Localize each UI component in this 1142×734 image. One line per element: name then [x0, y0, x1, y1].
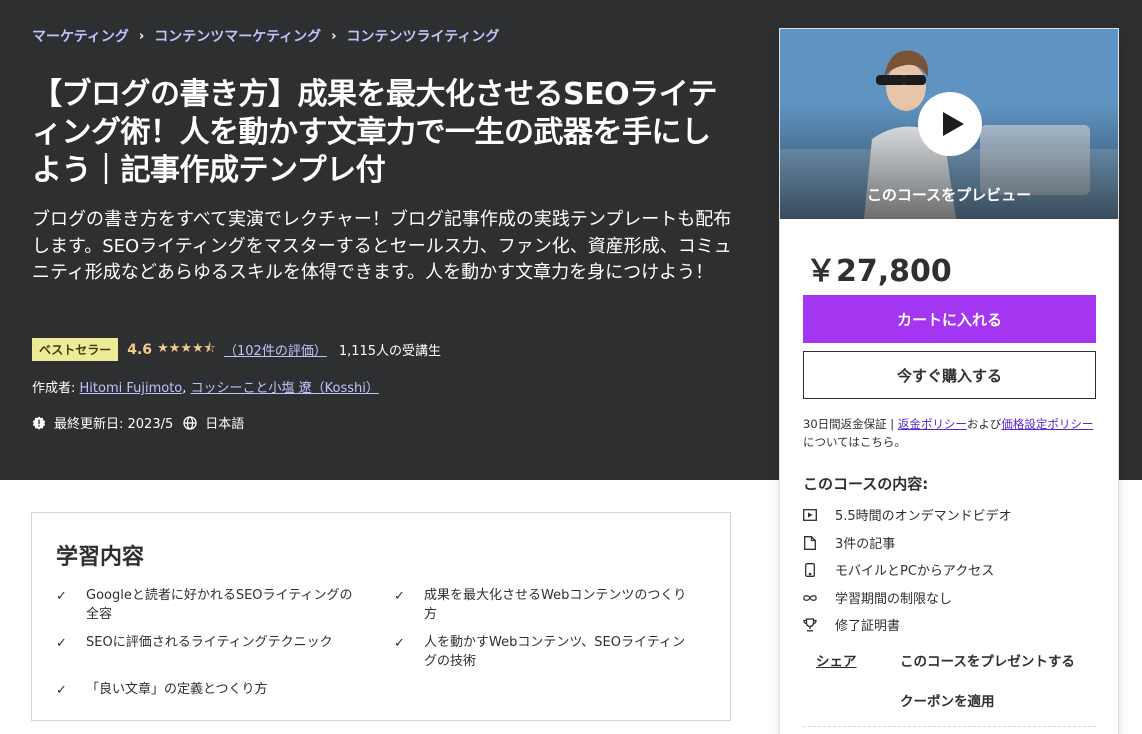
learn-item: ✓ SEOに評価されるライティングテクニック [56, 633, 356, 653]
check-icon: ✓ [394, 589, 405, 604]
preview-label: このコースをプレビュー [866, 186, 1032, 204]
check-icon: ✓ [56, 636, 67, 651]
guarantee-and: および [966, 417, 1002, 431]
check-icon: ✓ [394, 636, 405, 651]
buy-now-button[interactable]: 今すぐ購入する [803, 351, 1096, 399]
chevron-right-icon: › [331, 28, 337, 44]
include-item: 5.5時間のオンデマンドビデオ [803, 505, 1012, 524]
learn-item: ✓ 成果を最大化させるWebコンテンツのつくり方 [394, 586, 694, 624]
file-icon [803, 535, 817, 550]
include-item: 修了証明書 [803, 615, 900, 634]
course-language: 日本語 [205, 417, 245, 432]
include-item: 学習期間の制限なし [803, 588, 952, 607]
check-icon: ✓ [56, 683, 67, 698]
course-title: 【ブログの書き方】成果を最大化させるSEOライティング術！人を動かす文章力で一生… [32, 77, 718, 188]
bestseller-badge: ベストセラー [32, 338, 119, 361]
trophy-icon [803, 617, 817, 632]
play-icon[interactable] [918, 92, 982, 156]
last-updated: 最終更新日: 2023/5 [54, 417, 174, 432]
chevron-right-icon: › [138, 28, 145, 44]
breadcrumb-item-content-writing[interactable]: コンテンツライティング [347, 26, 500, 46]
purchase-card: このコースをプレビュー ￥27,800 カートに入れる 今すぐ購入する 30日間… [779, 28, 1119, 734]
learn-item-text: 人を動かすWebコンテンツ、SEOライティングの技術 [424, 635, 685, 669]
divider [803, 726, 1096, 727]
pricing-policy-link[interactable]: 価格設定ポリシー [1001, 417, 1093, 431]
rating-row: ベストセラー 4.6 ★★★★⯪ （102件の評価） 1,115人の受講生 [32, 338, 441, 361]
creators-label: 作成者: [32, 381, 80, 396]
guarantee-tail: についてはこちら。 [803, 435, 906, 449]
star-rating-icon: ★★★★⯪ [157, 340, 216, 356]
breadcrumb-item-content-marketing[interactable]: コンテンツマーケティング [154, 26, 321, 46]
creator-link-kosshi[interactable]: コッシーこと小塩 遼（Kosshi） [191, 381, 379, 396]
student-count: 1,115人の受講生 [338, 344, 442, 359]
apply-coupon-button[interactable]: クーポンを適用 [900, 690, 995, 710]
include-text: 修了証明書 [835, 619, 901, 634]
course-preview[interactable]: このコースをプレビュー [780, 29, 1118, 219]
include-item: 3件の記事 [803, 533, 895, 552]
video-icon [803, 508, 817, 522]
learn-item-text: 成果を最大化させるWebコンテンツのつくり方 [424, 588, 687, 622]
learn-item: ✓ 人を動かすWebコンテンツ、SEOライティングの技術 [394, 633, 694, 671]
breadcrumb-item-marketing[interactable]: マーケティング [32, 26, 129, 46]
include-text: 学習期間の制限なし [835, 592, 953, 607]
learn-item-text: 「良い文章」の定義とつくり方 [86, 682, 268, 697]
globe-icon [183, 415, 197, 430]
creator-link-hitomi[interactable]: Hitomi Fujimoto [80, 381, 183, 396]
share-button[interactable]: シェア [816, 650, 857, 670]
creator-separator: , [182, 381, 191, 396]
mobile-icon [803, 562, 817, 577]
guarantee-text: 30日間返金保証 | 返金ポリシーおよび価格設定ポリシーについてはこちら。 [803, 415, 1099, 451]
course-subtitle: ブログの書き方をすべて実演でレクチャー！ブログ記事作成の実践テンプレートも配布し… [32, 209, 732, 283]
rating-value: 4.6 [127, 341, 153, 358]
learn-heading: 学習内容 [56, 545, 145, 570]
course-meta: 最終更新日: 2023/5 日本語 [32, 413, 244, 432]
add-to-cart-button[interactable]: カートに入れる [803, 295, 1096, 343]
learn-item: ✓ Googleと読者に好かれるSEOライティングの全容 [56, 586, 356, 624]
learn-item: ✓ 「良い文章」の定義とつくり方 [56, 680, 356, 700]
include-text: 5.5時間のオンデマンドビデオ [835, 509, 1012, 524]
reviews-link[interactable]: （102件の評価） [224, 340, 327, 359]
learn-item-text: SEOに評価されるライティングテクニック [86, 635, 333, 650]
course-price: ￥27,800 [806, 254, 952, 289]
creators: 作成者: Hitomi Fujimoto, コッシーこと小塩 遼（Kosshi） [32, 377, 379, 396]
include-text: 3件の記事 [835, 537, 896, 552]
include-item: モバイルとPCからアクセス [803, 560, 994, 579]
gift-course-button[interactable]: このコースをプレゼントする [900, 650, 1075, 670]
breadcrumb: マーケティング › コンテンツマーケティング › コンテンツライティング [32, 26, 499, 46]
includes-title: このコースの内容: [803, 475, 929, 493]
infinity-icon [803, 591, 817, 605]
what-you-learn: 学習内容 ✓ Googleと読者に好かれるSEOライティングの全容 ✓ 成果を最… [31, 512, 731, 721]
check-icon: ✓ [56, 589, 67, 604]
alert-badge-icon [32, 416, 46, 430]
include-text: モバイルとPCからアクセス [835, 564, 995, 579]
learn-item-text: Googleと読者に好かれるSEOライティングの全容 [86, 588, 353, 622]
refund-policy-link[interactable]: 返金ポリシー [898, 417, 967, 431]
guarantee-label: 30日間返金保証 | [803, 417, 898, 431]
